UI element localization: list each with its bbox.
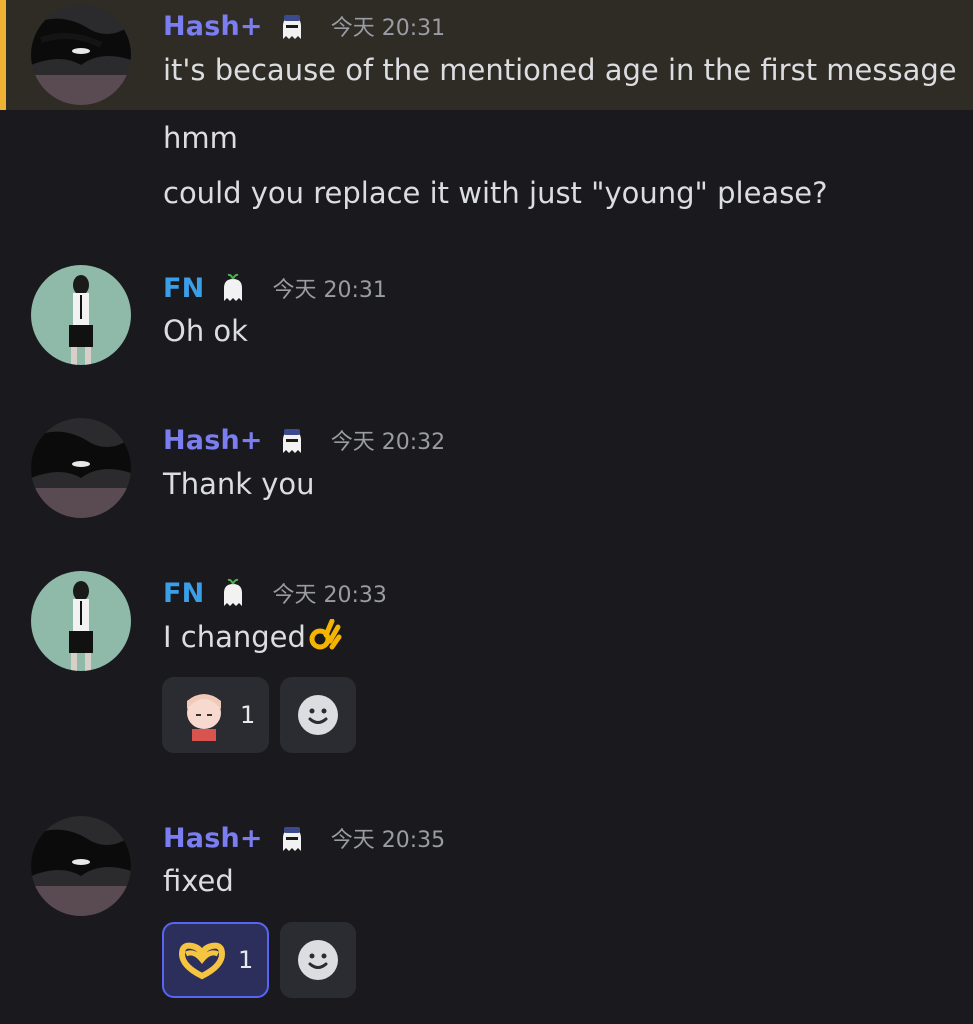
anime-girl-sticker-icon: [178, 689, 230, 741]
reaction-count: 1: [240, 701, 256, 729]
message-header: FN 今天 20:33: [163, 575, 387, 611]
avatar-hash[interactable]: [31, 5, 131, 105]
username[interactable]: FN: [163, 578, 204, 609]
dark-hair-avatar-icon: [31, 418, 131, 518]
add-reaction-button[interactable]: [280, 677, 356, 753]
avatar-fn[interactable]: [31, 571, 131, 671]
reaction[interactable]: 1: [162, 922, 269, 998]
username[interactable]: FN: [163, 273, 204, 304]
message-header: FN 今天 20:31: [163, 270, 387, 306]
chat-log: Hash+ 今天 20:31 it's because of the menti…: [0, 0, 973, 1024]
dark-hair-avatar-icon: [31, 5, 131, 105]
message-text: fixed: [163, 864, 234, 898]
dark-hair-avatar-icon: [31, 816, 131, 916]
smiley-add-icon: [298, 940, 338, 980]
timestamp: 今天 20:32: [330, 430, 446, 455]
police-ghost-icon: [277, 11, 307, 41]
message-text: I changed: [163, 620, 306, 654]
message-text: Thank you: [163, 467, 315, 501]
reaction-count: 1: [238, 946, 254, 974]
police-ghost-icon: [277, 823, 307, 853]
reaction[interactable]: 1: [162, 677, 269, 753]
add-reaction-button[interactable]: [280, 922, 356, 998]
avatar-hash[interactable]: [31, 418, 131, 518]
username[interactable]: Hash+: [163, 823, 263, 854]
message-text: Oh ok: [163, 314, 248, 348]
username[interactable]: Hash+: [163, 425, 263, 456]
ok-hand-icon: [306, 618, 342, 655]
timestamp: 今天 20:35: [330, 828, 446, 853]
message-text: could you replace it with just "young" p…: [163, 176, 828, 210]
avatar-fn[interactable]: [31, 265, 131, 365]
heart-hands-icon: [178, 942, 226, 980]
message-text-row: I changed: [163, 617, 342, 657]
ghost-sprout-icon: [218, 578, 248, 608]
smiley-add-icon: [298, 695, 338, 735]
police-ghost-icon: [277, 425, 307, 455]
ghost-sprout-icon: [218, 273, 248, 303]
avatar-hash[interactable]: [31, 816, 131, 916]
timestamp: 今天 20:31: [330, 16, 446, 41]
girl-standing-avatar-icon: [31, 265, 131, 365]
message-header: Hash+ 今天 20:35: [163, 820, 445, 856]
timestamp: 今天 20:31: [272, 278, 387, 303]
message-text: hmm: [163, 121, 238, 155]
girl-standing-avatar-icon: [31, 571, 131, 671]
message-header: Hash+ 今天 20:32: [163, 422, 445, 458]
timestamp: 今天 20:33: [272, 583, 387, 608]
message-text: it's because of the mentioned age in the…: [163, 53, 957, 87]
username[interactable]: Hash+: [163, 11, 263, 42]
message-header: Hash+ 今天 20:31: [163, 8, 445, 44]
